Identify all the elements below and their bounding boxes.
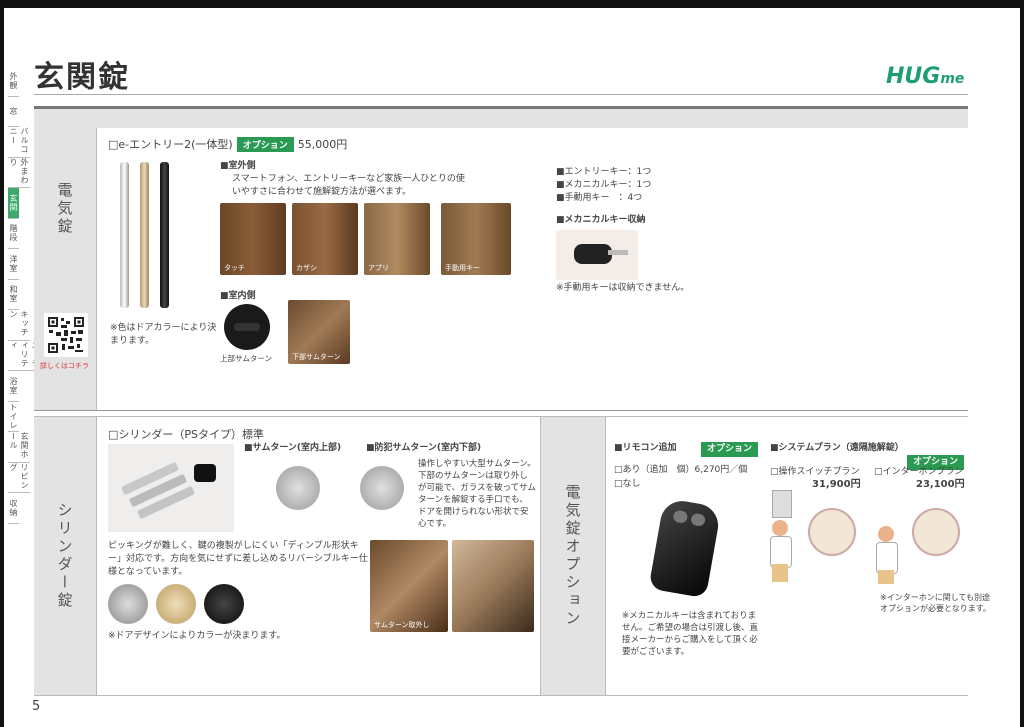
tab-bathroom[interactable]: 浴室: [8, 371, 19, 402]
electric-color-note: ※色はドアカラーにより決まります。: [110, 323, 217, 346]
dimple-keys-image: [108, 444, 234, 532]
photo-app: アプリ: [364, 203, 430, 275]
remote-heading-row: ■リモコン追加 オプション: [614, 442, 762, 457]
qr-caption: 詳しくはコチラ: [40, 362, 89, 370]
mechanical-key-count: ■メカニカルキー：1つ: [556, 180, 652, 190]
cylinder-color-swatches: [108, 584, 248, 624]
photo-touch: タッチ: [220, 203, 286, 275]
key-storage-image: [556, 230, 638, 280]
tab-entrance-hall[interactable]: 玄関ホール: [8, 432, 30, 463]
system-heading: ■システムプラン（遠隔施解錠）: [770, 443, 904, 453]
electric-section-label: 電気錠: [55, 182, 74, 236]
photo-caption: 手動用キー: [445, 264, 480, 272]
title-rule: [34, 94, 968, 95]
qr-icon: [47, 316, 85, 354]
cylinder-color-note: ※ドアデザインによりカラーが決まります。: [108, 631, 286, 641]
outside-heading: ■室外側: [220, 161, 256, 171]
logo-sub: me: [940, 71, 965, 87]
photo-glass-break: [452, 540, 534, 632]
tab-balcony[interactable]: バルコニー: [8, 127, 30, 158]
crime-thumbturn-image: [360, 466, 404, 510]
switch-plan-price: 31,900円: [812, 479, 861, 490]
page-title: 玄関錠: [34, 60, 130, 95]
option-badge: オプション: [236, 137, 294, 152]
tab-kitchen[interactable]: キッチン: [8, 310, 30, 341]
photo-caption: カザシ: [296, 264, 317, 272]
intercom-note: ※インターホンに関しても別途オプションが必要となります。: [880, 593, 991, 613]
page-number: 5: [32, 699, 41, 714]
dimple-key-description: ピッキングが難しく、鍵の複製がしにくい「ディンプル形状キー」対応です。方向を気に…: [108, 541, 368, 577]
elec-option-side-label: 電気錠オプション: [541, 417, 605, 695]
key-storage-note: ※手動用キーは収納できません。: [556, 283, 690, 293]
tab-outdoor[interactable]: 外まわり: [8, 158, 30, 188]
remote-button-icon: [690, 512, 707, 527]
electric-product-name: □e-エントリー2(一体型): [108, 138, 233, 151]
intercom-plan-illustration: [876, 504, 962, 588]
photo-caption: タッチ: [224, 264, 245, 272]
header-band: [34, 109, 968, 128]
remote-no-option[interactable]: □なし: [614, 478, 641, 491]
silver-cylinder-icon: [108, 584, 148, 624]
included-key-list: ■エントリーキー：1つ ■メカニカルキー：1つ ■手動用キー ：4つ: [556, 166, 651, 205]
remote-option-badge: オプション: [700, 442, 758, 457]
photo-thumbturn-removal: サムターン取外し: [370, 540, 448, 632]
thumbturn-description: 操作しやすい大型サムターン。下部のサムターンは取り外しが可能で、ガラスを破ってサ…: [418, 459, 536, 529]
tab-japanese-room[interactable]: 和室: [8, 280, 19, 310]
electric-product-title: □e-エントリー2(一体型) オプション 55,000円: [108, 136, 347, 152]
intercom-plan-price: 23,100円: [916, 479, 965, 490]
elec-option-section-label: 電気錠オプション: [563, 484, 582, 628]
divider: [605, 417, 606, 695]
switch-plan-illustration: [770, 504, 856, 588]
qr-code[interactable]: [44, 313, 88, 357]
photo-bottom-thumbturn: 下部サムターン: [288, 300, 350, 364]
crime-thumbturn-heading: ■防犯サムターン(室内下部): [366, 443, 482, 453]
divider: [96, 128, 97, 410]
gold-cylinder-icon: [156, 584, 196, 624]
key-storage-heading: ■メカニカルキー収納: [556, 215, 646, 225]
tab-toilet[interactable]: トイレ: [8, 402, 19, 432]
photo-caption: サムターン取外し: [374, 621, 430, 629]
footer-rule: [34, 695, 968, 696]
tab-living[interactable]: リビング: [8, 463, 30, 493]
black-cylinder-icon: [204, 584, 244, 624]
manual-key-count: ■手動用キー ：4つ: [556, 193, 643, 203]
category-tabs: 外観 窓 バルコニー 外まわり 玄関 階段 洋室 和室 キッチン ユーティリティ…: [8, 66, 41, 524]
divider: [96, 417, 97, 695]
door-handle-image: [116, 158, 178, 310]
tab-entrance[interactable]: 玄関: [8, 188, 19, 219]
outside-description: スマートフォン、エントリーキーなど家族一人ひとりの使いやすさに合わせて施解錠方法…: [232, 174, 465, 197]
section-divider: [34, 410, 968, 411]
top-thumbturn-image: [224, 304, 270, 350]
thumbturn-top-heading: ■サムターン(室内上部): [244, 443, 342, 453]
remote-yes-option[interactable]: □あり（追加 個）6,270円／個: [614, 464, 747, 477]
photo-caption: アプリ: [368, 264, 389, 272]
tab-stairs[interactable]: 階段: [8, 219, 19, 249]
cylinder-side-label: シリンダー錠: [34, 417, 96, 695]
tab-western-room[interactable]: 洋室: [8, 249, 19, 280]
tab-exterior[interactable]: 外観: [8, 66, 19, 97]
section-divider: [34, 416, 968, 417]
tab-window[interactable]: 窓: [8, 97, 19, 127]
logo-main: HUG: [886, 64, 941, 89]
remote-heading: ■リモコン追加: [614, 443, 677, 453]
top-thumbturn-caption: 上部サムターン: [220, 354, 272, 363]
remote-button-icon: [672, 509, 689, 524]
tab-storage[interactable]: 収納: [8, 493, 19, 524]
cylinder-section-label: シリンダー錠: [55, 502, 74, 610]
electric-price: 55,000円: [297, 138, 348, 151]
catalog-page: 外観 窓 バルコニー 外まわり 玄関 階段 洋室 和室 キッチン ユーティリティ…: [4, 8, 1020, 727]
photo-hold: カザシ: [292, 203, 358, 275]
inside-heading: ■室内側: [220, 291, 256, 301]
entry-key-count: ■エントリーキー：1つ: [556, 167, 652, 177]
photo-manual-key: 手動用キー: [441, 203, 511, 275]
remote-note: ※メカニカルキーは含まれておりません。ご希望の場合は引渡し後、直接メーカーからご…: [622, 611, 759, 657]
remote-key-image: [648, 497, 722, 599]
thumbturn-top-image: [276, 466, 320, 510]
brand-logo: HUGme: [886, 64, 964, 89]
cylinder-product-title: □シリンダー（PSタイプ）標準: [108, 428, 265, 441]
photo-caption: 下部サムターン: [292, 353, 341, 361]
